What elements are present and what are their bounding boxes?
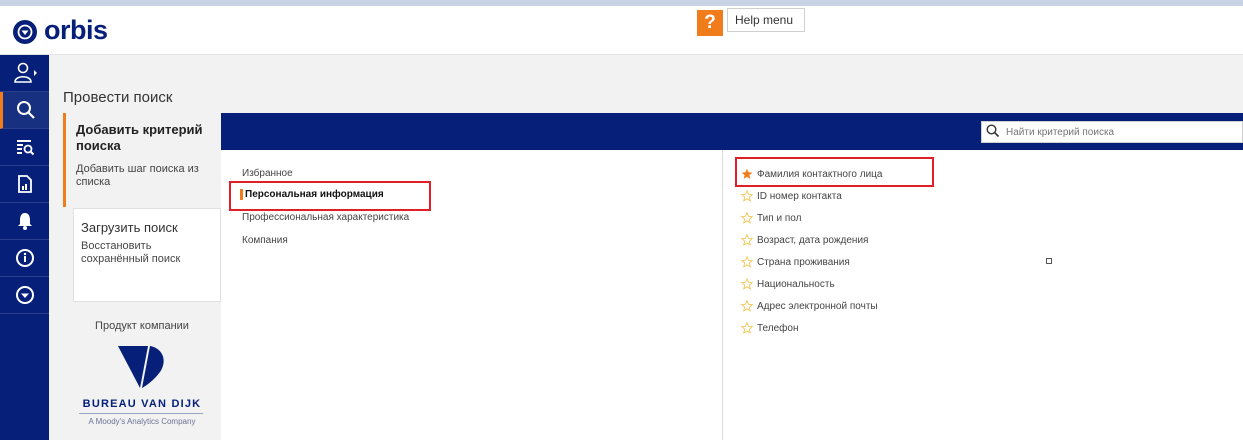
criterion-item[interactable]: ID номер контакта [741, 189, 842, 203]
criterion-item[interactable]: Тип и пол [741, 211, 801, 225]
star-outline-icon[interactable] [741, 212, 753, 224]
criterion-label: Адрес электронной почты [757, 300, 878, 312]
report-icon [17, 175, 32, 193]
left-nav [0, 55, 49, 440]
star-outline-icon[interactable] [741, 234, 753, 246]
info-circle-icon [15, 249, 34, 267]
criterion-item[interactable]: Телефон [741, 321, 798, 335]
category-company[interactable]: Компания [242, 235, 288, 246]
criterion-label: ID номер контакта [757, 190, 842, 202]
criterion-label: Фамилия контактного лица [757, 168, 883, 180]
star-filled-icon[interactable] [741, 168, 753, 180]
star-outline-icon[interactable] [741, 322, 753, 334]
criterion-item[interactable]: Национальность [741, 277, 835, 291]
nav-search-list[interactable] [0, 129, 49, 166]
orbis-logo-icon[interactable] [13, 20, 37, 44]
category-favorites[interactable]: Избранное [242, 168, 293, 179]
bell-icon [17, 213, 32, 230]
company-subtitle: A Moody's Analytics Company [88, 417, 196, 426]
orbis-icon [15, 286, 34, 304]
criterion-item[interactable]: Возраст, дата рождения [741, 233, 868, 247]
add-criterion-desc: Добавить шаг поиска из списка [76, 163, 199, 188]
category-professional[interactable]: Профессиональная характеристика [242, 212, 409, 223]
add-criterion-step[interactable]: Добавить критерий поиска Добавить шаг по… [63, 113, 221, 207]
nav-reports[interactable] [0, 166, 49, 203]
criterion-label: Возраст, дата рождения [757, 234, 869, 246]
user-menu-button[interactable] [0, 55, 49, 92]
bvd-logo-icon [118, 346, 164, 388]
criterion-item[interactable]: Страна проживания [741, 255, 850, 269]
criterion-label: Телефон [757, 322, 799, 334]
star-outline-icon[interactable] [741, 256, 753, 268]
star-outline-icon[interactable] [741, 300, 753, 312]
criteria-search-input[interactable] [981, 121, 1243, 143]
load-search-step[interactable]: Загрузить поиск Восстановить сохранённый… [73, 208, 221, 302]
search-field-icon [986, 124, 1000, 138]
highlight-box-category [229, 181, 431, 211]
criterion-item[interactable]: Фамилия контактного лица [741, 167, 882, 181]
search-icon [17, 101, 35, 119]
company-divider [79, 413, 203, 414]
user-icon [13, 62, 37, 83]
product-label: Продукт компании [95, 320, 189, 332]
criterion-label: Тип и пол [757, 212, 802, 224]
page-title: Провести поиск [63, 89, 173, 106]
criteria-panel [221, 113, 1243, 440]
criterion-label: Национальность [757, 278, 835, 290]
help-icon[interactable]: ? [697, 10, 723, 36]
column-divider [722, 150, 723, 440]
star-outline-icon[interactable] [741, 190, 753, 202]
criterion-label: Страна проживания [757, 256, 850, 268]
nav-search[interactable] [0, 92, 49, 129]
help-menu-button[interactable]: Help menu [727, 8, 805, 32]
cursor-marker [1046, 258, 1052, 264]
nav-info[interactable] [0, 240, 49, 277]
load-search-title: Загрузить поиск [81, 220, 178, 235]
app-header: orbis [0, 6, 1243, 55]
criterion-item[interactable]: Адрес электронной почты [741, 299, 878, 313]
company-name: BUREAU VAN DIJK [82, 398, 202, 410]
nav-alerts[interactable] [0, 203, 49, 240]
nav-orbis[interactable] [0, 277, 49, 314]
app-logo-text[interactable]: orbis [44, 15, 108, 46]
search-list-icon [16, 140, 34, 156]
add-criterion-title: Добавить критерий поиска [76, 122, 203, 153]
load-search-desc: Восстановить сохранённый поиск [81, 240, 181, 265]
star-outline-icon[interactable] [741, 278, 753, 290]
